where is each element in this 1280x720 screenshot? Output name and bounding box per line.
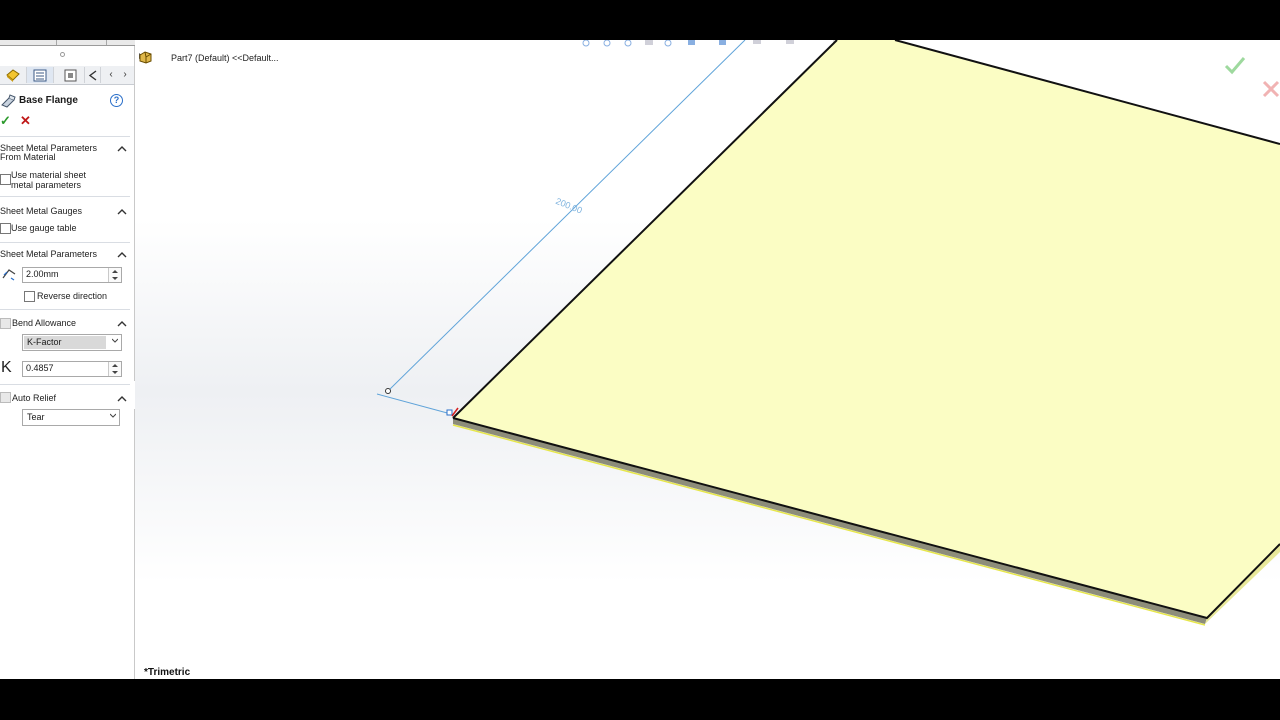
auto-relief-type-select[interactable]: Tear [22, 409, 120, 426]
chevron-down-icon [110, 413, 116, 418]
separator [0, 242, 130, 243]
separator [0, 196, 130, 197]
configuration-tab[interactable] [86, 67, 101, 83]
thickness-spinner[interactable] [108, 268, 121, 282]
bend-allowance-checkbox[interactable] [0, 318, 11, 329]
collapse-chevron-icon[interactable] [116, 318, 128, 328]
section-title: Sheet Metal Gauges [0, 206, 83, 216]
thickness-input[interactable]: 2.00mm [22, 267, 122, 283]
feature-title-row: Base Flange ? [0, 93, 130, 109]
section-title: Sheet Metal Parameters [0, 249, 98, 259]
panel-grip-icon[interactable] [60, 52, 65, 57]
k-factor-spinner[interactable] [108, 362, 121, 376]
tab-scroll-left[interactable]: ‹ [106, 68, 116, 82]
use-gauge-table-label: Use gauge table [11, 223, 77, 233]
model-canvas[interactable]: 200.00 [135, 40, 1280, 679]
feature-manager-icon [33, 69, 47, 81]
chevron-down-icon [112, 338, 118, 343]
section-title: Bend Allowance [12, 318, 77, 328]
section-header-from-material[interactable]: Sheet Metal Parameters From Material [0, 143, 130, 162]
part-tree-item[interactable]: Part7 (Default) <<Default... [171, 53, 279, 63]
section-title-line2: From Material [0, 152, 56, 162]
solidworks-window: ‹ › Base Flange ? ✓ ✕ Sheet Metal Parame… [0, 40, 1280, 679]
ok-button[interactable]: ✓ [0, 113, 11, 129]
base-flange-icon [1, 94, 16, 108]
graphics-viewport[interactable]: 200.00 Part7 (Default) <<Default... *Tri… [135, 40, 1280, 679]
reverse-direction-checkbox[interactable] [24, 291, 35, 302]
use-material-params-checkbox[interactable] [0, 174, 11, 185]
k-factor-input[interactable]: 0.4857 [22, 361, 122, 377]
feature-title: Base Flange [19, 95, 78, 106]
dimension-handle[interactable] [385, 388, 391, 394]
manager-tabs: ‹ › [0, 66, 134, 85]
extension-line [376, 393, 452, 415]
separator [0, 309, 130, 310]
section-header-auto-relief[interactable]: Auto Relief [12, 393, 130, 403]
section-title: Auto Relief [12, 393, 57, 403]
auto-relief-checkbox[interactable] [0, 392, 11, 403]
separator [0, 136, 130, 137]
separator [0, 384, 130, 385]
heads-up-toolbar[interactable] [582, 40, 843, 47]
property-manager-tab[interactable] [58, 67, 85, 83]
feature-manager-tab[interactable] [27, 67, 54, 83]
collapse-chevron-icon[interactable] [116, 143, 128, 153]
help-button[interactable]: ? [110, 94, 123, 107]
sheet-metal-tab[interactable] [0, 67, 27, 83]
reverse-direction-label: Reverse direction [37, 291, 108, 301]
use-gauge-table-checkbox[interactable] [0, 223, 11, 234]
configuration-icon [88, 69, 97, 81]
cancel-button[interactable]: ✕ [20, 113, 31, 129]
k-factor-symbol: K [1, 359, 12, 376]
collapse-chevron-icon[interactable] [116, 206, 128, 216]
property-manager-panel: ‹ › Base Flange ? ✓ ✕ Sheet Metal Parame… [0, 46, 135, 679]
collapse-chevron-icon[interactable] [116, 249, 128, 259]
sheet-metal-icon [6, 69, 20, 82]
tab-scroll-right[interactable]: › [120, 68, 130, 82]
part-icon [139, 51, 152, 64]
collapse-chevron-icon[interactable] [116, 393, 128, 403]
section-header-parameters[interactable]: Sheet Metal Parameters [0, 249, 130, 259]
confirm-corner-ok-icon[interactable] [1224, 57, 1246, 75]
property-manager-icon [64, 69, 77, 81]
thickness-icon [2, 269, 16, 281]
section-header-gauges[interactable]: Sheet Metal Gauges [0, 206, 130, 216]
view-orientation-label: *Trimetric [144, 667, 191, 678]
bend-allowance-type-select[interactable]: K-Factor [22, 334, 122, 351]
confirm-corner-cancel-icon[interactable] [1262, 80, 1280, 98]
use-material-params-label: Use material sheet metal parameters [11, 170, 87, 190]
sketch-point-handle[interactable] [446, 409, 453, 416]
section-header-bend-allowance[interactable]: Bend Allowance [12, 318, 130, 328]
